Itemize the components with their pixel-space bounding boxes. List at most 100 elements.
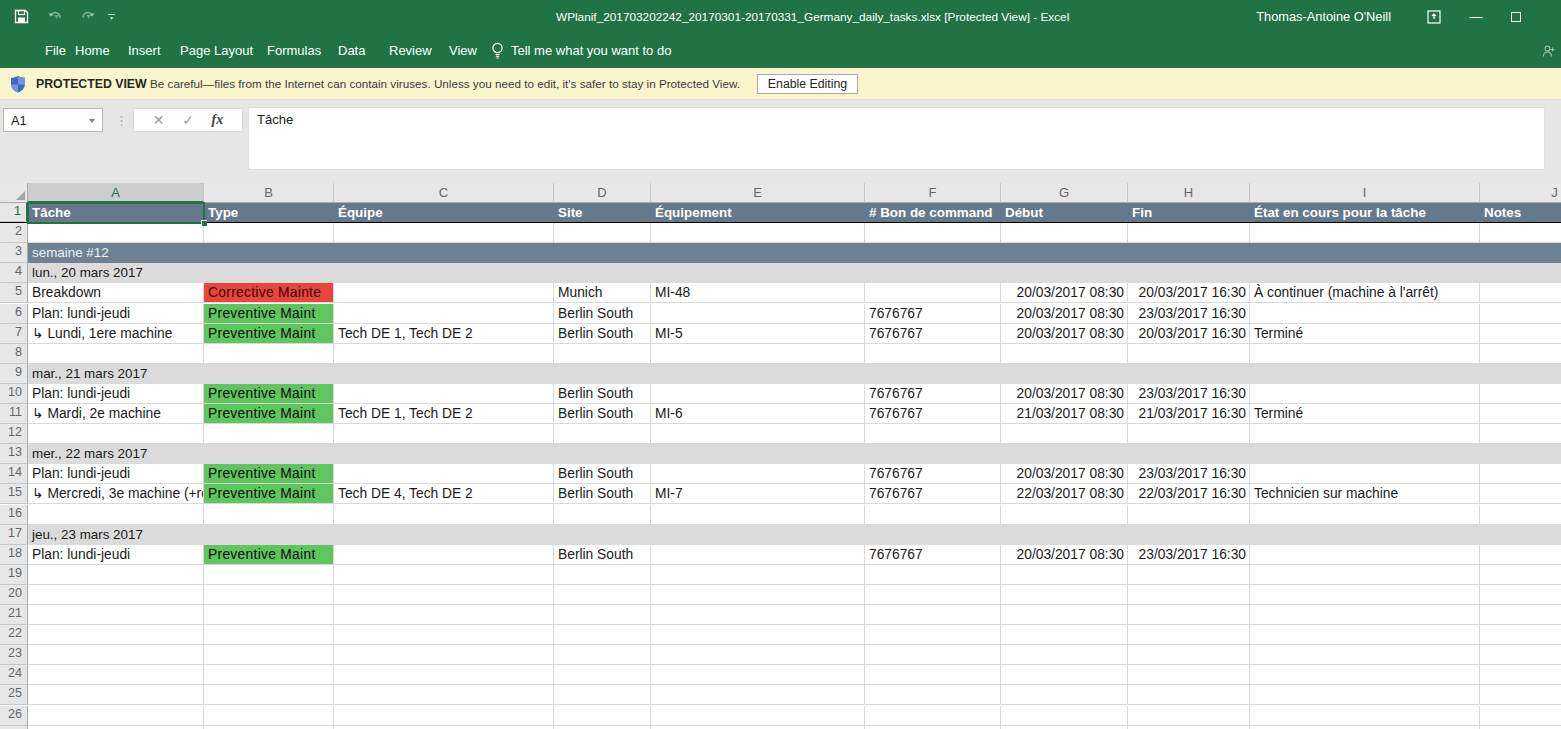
cell-B19[interactable] bbox=[204, 565, 334, 585]
formula-input[interactable]: Tâche bbox=[248, 107, 1545, 170]
cell-B10[interactable]: Preventive Maint bbox=[204, 384, 334, 404]
day-band-row-13[interactable]: mer., 22 mars 2017 bbox=[28, 444, 1561, 464]
cell-C19[interactable] bbox=[334, 565, 554, 585]
cancel-formula-icon[interactable]: ✕ bbox=[153, 112, 165, 128]
row-number-18[interactable]: 18 bbox=[0, 545, 28, 565]
cell-G19[interactable] bbox=[1001, 565, 1128, 585]
cell-F8[interactable] bbox=[865, 344, 1001, 364]
row-number-2[interactable]: 2 bbox=[0, 223, 28, 243]
cell-B11[interactable]: Preventive Maint bbox=[204, 404, 334, 424]
ribbon-tab-view[interactable]: View bbox=[449, 33, 477, 68]
cell-G20[interactable] bbox=[1001, 585, 1128, 605]
cell-A5[interactable]: Breakdown bbox=[28, 283, 204, 303]
cell-C20[interactable] bbox=[334, 585, 554, 605]
cell-F21[interactable] bbox=[865, 605, 1001, 625]
cell-E22[interactable] bbox=[651, 625, 865, 645]
cell-E2[interactable] bbox=[651, 223, 865, 243]
cell-C15[interactable]: Tech DE 4, Tech DE 2 bbox=[334, 484, 554, 504]
row-number-15[interactable]: 15 bbox=[0, 484, 28, 504]
ribbon-tab-review[interactable]: Review bbox=[389, 33, 432, 68]
cell-J23[interactable] bbox=[1480, 645, 1561, 665]
cell-I2[interactable] bbox=[1250, 223, 1480, 243]
cell-I24[interactable] bbox=[1250, 665, 1480, 685]
cell-C10[interactable] bbox=[334, 384, 554, 404]
cell-D6[interactable]: Berlin South bbox=[554, 304, 651, 324]
header-cell-G1[interactable]: Début bbox=[1001, 203, 1128, 222]
cell-G15[interactable]: 22/03/2017 08:30 bbox=[1001, 484, 1128, 504]
cell-G21[interactable] bbox=[1001, 605, 1128, 625]
cell-B21[interactable] bbox=[204, 605, 334, 625]
cell-B18[interactable]: Preventive Maint bbox=[204, 545, 334, 565]
cell-A10[interactable]: Plan: lundi-jeudi bbox=[28, 384, 204, 404]
cell-I22[interactable] bbox=[1250, 625, 1480, 645]
cell-D25[interactable] bbox=[554, 685, 651, 705]
cell-A11[interactable]: ↳ Mardi, 2e machine bbox=[28, 404, 204, 424]
cell-B22[interactable] bbox=[204, 625, 334, 645]
cell-H15[interactable]: 22/03/2017 16:30 bbox=[1128, 484, 1250, 504]
minimize-button[interactable]: — bbox=[1461, 0, 1491, 33]
cell-D18[interactable]: Berlin South bbox=[554, 545, 651, 565]
cell-D15[interactable]: Berlin South bbox=[554, 484, 651, 504]
enter-formula-icon[interactable]: ✓ bbox=[182, 112, 194, 128]
insert-function-icon[interactable]: fx bbox=[211, 112, 223, 128]
cell-C5[interactable] bbox=[334, 283, 554, 303]
cell-E5[interactable]: MI-48 bbox=[651, 283, 865, 303]
cell-E11[interactable]: MI-6 bbox=[651, 404, 865, 424]
cell-I25[interactable] bbox=[1250, 685, 1480, 705]
cell-C8[interactable] bbox=[334, 344, 554, 364]
cell-A20[interactable] bbox=[28, 585, 204, 605]
cell-B26[interactable] bbox=[204, 706, 334, 726]
cell-A19[interactable] bbox=[28, 565, 204, 585]
cell-G10[interactable]: 20/03/2017 08:30 bbox=[1001, 384, 1128, 404]
cell-H2[interactable] bbox=[1128, 223, 1250, 243]
row-number-21[interactable]: 21 bbox=[0, 605, 28, 625]
cell-J15[interactable] bbox=[1480, 484, 1561, 504]
header-cell-F1[interactable]: # Bon de command bbox=[865, 203, 1001, 222]
cell-E20[interactable] bbox=[651, 585, 865, 605]
cell-B7[interactable]: Preventive Maint bbox=[204, 324, 334, 344]
ribbon-tab-page-layout[interactable]: Page Layout bbox=[180, 33, 253, 68]
cell-G6[interactable]: 20/03/2017 08:30 bbox=[1001, 304, 1128, 324]
cell-D24[interactable] bbox=[554, 665, 651, 685]
cell-B16[interactable] bbox=[204, 505, 334, 525]
cell-F2[interactable] bbox=[865, 223, 1001, 243]
cell-F5[interactable] bbox=[865, 283, 1001, 303]
cell-D7[interactable]: Berlin South bbox=[554, 324, 651, 344]
cell-D14[interactable]: Berlin South bbox=[554, 464, 651, 484]
cell-H6[interactable]: 23/03/2017 16:30 bbox=[1128, 304, 1250, 324]
cell-J22[interactable] bbox=[1480, 625, 1561, 645]
cell-E14[interactable] bbox=[651, 464, 865, 484]
cell-I27[interactable] bbox=[1250, 726, 1480, 729]
cell-E6[interactable] bbox=[651, 304, 865, 324]
row-number-8[interactable]: 8 bbox=[0, 344, 28, 364]
cell-H14[interactable]: 23/03/2017 16:30 bbox=[1128, 464, 1250, 484]
cell-G24[interactable] bbox=[1001, 665, 1128, 685]
day-band-row-4[interactable]: lun., 20 mars 2017 bbox=[28, 263, 1561, 283]
cell-J6[interactable] bbox=[1480, 304, 1561, 324]
cell-D8[interactable] bbox=[554, 344, 651, 364]
cell-F24[interactable] bbox=[865, 665, 1001, 685]
cell-C7[interactable]: Tech DE 1, Tech DE 2 bbox=[334, 324, 554, 344]
cell-E10[interactable] bbox=[651, 384, 865, 404]
cell-F19[interactable] bbox=[865, 565, 1001, 585]
week-band-row-3[interactable]: semaine #12 bbox=[28, 243, 1561, 263]
cell-F11[interactable]: 7676767 bbox=[865, 404, 1001, 424]
cell-F12[interactable] bbox=[865, 424, 1001, 444]
cell-A27[interactable] bbox=[28, 726, 204, 729]
cell-F14[interactable]: 7676767 bbox=[865, 464, 1001, 484]
column-header-I[interactable]: I bbox=[1250, 183, 1480, 203]
row-number-1[interactable]: 1 bbox=[0, 203, 28, 222]
cell-I16[interactable] bbox=[1250, 505, 1480, 525]
header-cell-J1[interactable]: Notes bbox=[1480, 203, 1561, 222]
cell-H27[interactable] bbox=[1128, 726, 1250, 729]
row-number-20[interactable]: 20 bbox=[0, 585, 28, 605]
ribbon-tab-file[interactable]: File bbox=[45, 33, 66, 68]
row-number-9[interactable]: 9 bbox=[0, 364, 28, 384]
tell-me-box[interactable]: Tell me what you want to do bbox=[491, 33, 671, 68]
day-band-row-9[interactable]: mar., 21 mars 2017 bbox=[28, 364, 1561, 384]
cell-D20[interactable] bbox=[554, 585, 651, 605]
cell-I19[interactable] bbox=[1250, 565, 1480, 585]
customize-quick-access-button[interactable]: ▾ bbox=[108, 14, 115, 20]
cell-H16[interactable] bbox=[1128, 505, 1250, 525]
cell-E25[interactable] bbox=[651, 685, 865, 705]
